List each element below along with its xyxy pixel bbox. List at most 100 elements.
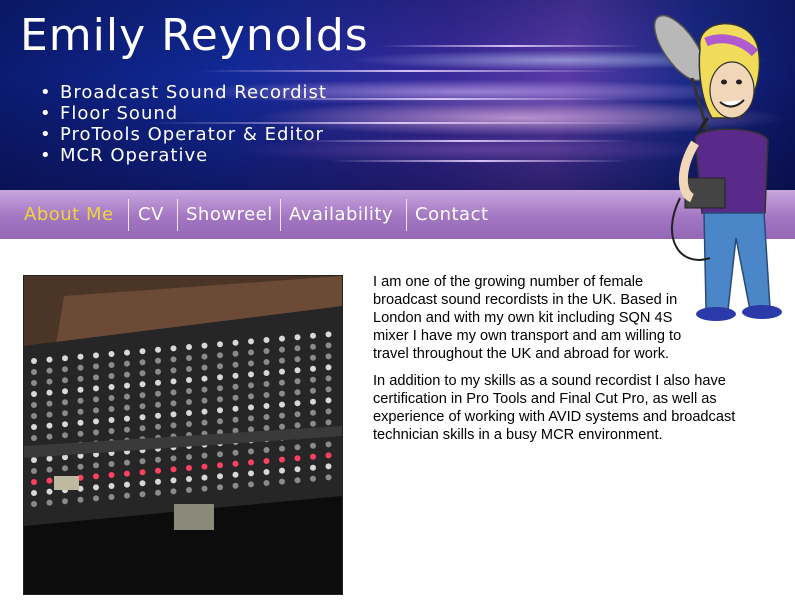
desk-knob [31, 358, 37, 364]
desk-knob [124, 492, 130, 499]
desk-knob [201, 342, 208, 349]
desk-knob [46, 499, 53, 506]
desk-knob [139, 392, 146, 399]
desk-knob [217, 385, 223, 392]
desk-knob [263, 425, 270, 431]
desk-knob [170, 400, 177, 407]
desk-knob [186, 421, 192, 427]
desk-knob [31, 369, 37, 375]
desk-knob [232, 405, 239, 412]
desk-knob [294, 477, 301, 484]
nav-contact[interactable]: Contact [415, 199, 489, 231]
desk-knob [248, 481, 254, 488]
desk-knob [248, 470, 254, 477]
desk-knob [201, 452, 208, 459]
led-light [325, 452, 332, 459]
desk-knob [31, 501, 37, 507]
desk-knob [279, 357, 285, 364]
desk-knob [139, 480, 146, 487]
nav-about-me[interactable]: About Me [24, 199, 114, 231]
desk-knob [46, 389, 53, 396]
desk-knob [46, 466, 53, 473]
desk-knob [325, 441, 332, 448]
desk-knob [155, 423, 161, 430]
desk-knob [217, 418, 223, 425]
desk-knob [124, 404, 130, 411]
mixing-desk-photo [23, 275, 343, 595]
desk-knob [217, 451, 223, 458]
desk-knob [31, 380, 37, 386]
desk-knob [232, 383, 239, 390]
led-light [217, 462, 223, 469]
led-light [294, 455, 301, 462]
desk-knob [248, 415, 254, 422]
desk-knob [279, 368, 285, 375]
site-title: Emily Reynolds [20, 10, 369, 61]
desk-knob [186, 410, 192, 416]
desk-knob [155, 412, 161, 419]
desk-knob [108, 483, 115, 489]
desk-knob [294, 356, 301, 363]
desk-knob [248, 382, 254, 389]
desk-knob [310, 442, 316, 449]
desk-knob [139, 458, 146, 465]
desk-knob [31, 457, 37, 463]
desk-knob [155, 478, 161, 485]
desk-knob [31, 391, 37, 397]
desk-knob [46, 411, 53, 418]
desk-knob [124, 415, 130, 422]
light-streak [330, 160, 630, 162]
desk-knob [279, 401, 285, 408]
sound-recordist-caricature [653, 14, 782, 321]
desk-knob [77, 496, 84, 503]
desk-knob [232, 416, 239, 423]
desk-knob [217, 374, 223, 381]
desk-knob [170, 477, 177, 484]
desk-knob [62, 432, 68, 439]
desk-knob [325, 419, 332, 426]
desk-knob [294, 389, 301, 396]
desk-knob [217, 473, 223, 480]
desk-knob [279, 423, 285, 430]
desk-knob [170, 455, 177, 462]
desk-knob [124, 481, 130, 488]
desk-knob [139, 359, 146, 366]
nav-availability[interactable]: Availability [289, 199, 393, 231]
desk-knob [186, 344, 192, 350]
desk-knob [46, 356, 53, 363]
desk-knob [139, 370, 146, 377]
light-streak [200, 70, 620, 72]
nav-cv[interactable]: CV [138, 199, 164, 231]
desk-knob [31, 490, 37, 496]
nav-showreel[interactable]: Showreel [186, 199, 273, 231]
desk-knob [217, 396, 223, 403]
roles-list: Broadcast Sound Recordist Floor Sound Pr… [40, 82, 327, 166]
desk-knob [155, 489, 161, 496]
desk-knob [31, 468, 37, 474]
desk-knob [155, 456, 161, 463]
led-light [139, 469, 146, 476]
desk-knob [124, 382, 130, 389]
desk-knob [186, 399, 192, 405]
desk-knob [263, 348, 270, 354]
desk-knob [232, 361, 239, 368]
desk-knob [46, 422, 53, 429]
desk-knob [248, 349, 254, 356]
desk-knob [294, 411, 301, 418]
desk-knob [294, 334, 301, 341]
led-light [93, 473, 99, 480]
role-item: ProTools Operator & Editor [40, 124, 327, 145]
desk-knob [93, 495, 99, 502]
desk-knob [232, 339, 239, 346]
nav-divider [280, 199, 281, 231]
desk-knob [232, 449, 239, 456]
desk-knob [201, 474, 208, 481]
desk-knob [186, 366, 192, 372]
desk-knob [170, 345, 177, 352]
desk-knob [93, 352, 99, 359]
desk-knob [124, 393, 130, 400]
desk-knob [310, 464, 316, 471]
desk-knob [62, 388, 68, 395]
desk-knob [279, 467, 285, 474]
desk-knob [186, 355, 192, 361]
